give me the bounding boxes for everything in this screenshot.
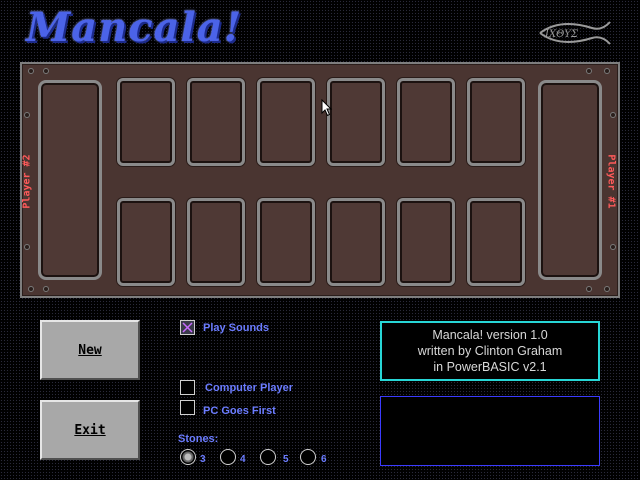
pit-top-5[interactable]	[397, 78, 455, 166]
pit-bottom-1[interactable]	[117, 198, 175, 286]
screw-decoration	[43, 68, 49, 74]
screw-decoration	[28, 68, 34, 74]
pit-top-3[interactable]	[257, 78, 315, 166]
screw-decoration	[43, 286, 49, 292]
screw-decoration	[610, 244, 616, 250]
pit-bottom-4[interactable]	[327, 198, 385, 286]
version-line: Mancala! version 1.0	[432, 328, 548, 342]
play-sounds-label: Play Sounds	[203, 322, 270, 334]
pit-bottom-6[interactable]	[467, 198, 525, 286]
version-info-panel: Mancala! version 1.0 written by Clinton …	[380, 321, 600, 381]
screw-decoration	[24, 112, 30, 118]
stones-radio-3[interactable]	[180, 449, 196, 465]
pit-bottom-5[interactable]	[397, 198, 455, 286]
pit-bottom-3[interactable]	[257, 198, 315, 286]
message-panel	[380, 396, 600, 466]
pit-top-4[interactable]	[327, 78, 385, 166]
screw-decoration	[586, 68, 592, 74]
app-title: Mancala!	[26, 4, 243, 51]
screw-decoration	[610, 112, 616, 118]
screw-decoration	[28, 286, 34, 292]
checkmark-x-icon	[182, 322, 193, 333]
author-line: written by Clinton Graham	[417, 344, 563, 358]
stones-radio-4[interactable]	[220, 449, 236, 465]
pit-top-2[interactable]	[187, 78, 245, 166]
pc-goes-first-checkbox[interactable]	[180, 400, 195, 415]
screw-decoration	[586, 286, 592, 292]
screw-decoration	[24, 244, 30, 250]
pit-top-6[interactable]	[467, 78, 525, 166]
stones-option-6-label: 6	[321, 454, 327, 465]
play-sounds-checkbox[interactable]	[180, 320, 195, 335]
stones-radio-5[interactable]	[260, 449, 276, 465]
ichthys-fish-icon: ΙΧΘΥΣ	[539, 21, 611, 45]
pit-top-1[interactable]	[117, 78, 175, 166]
stones-option-3-label: 3	[200, 454, 206, 465]
exit-button[interactable]: Exit	[40, 400, 140, 460]
player2-label: Player #2	[21, 154, 33, 209]
language-line: in PowerBASIC v2.1	[433, 360, 547, 374]
player2-store	[38, 80, 102, 280]
player1-label: Player #1	[605, 154, 617, 209]
svg-text:ΙΧΘΥΣ: ΙΧΘΥΣ	[544, 29, 579, 40]
stones-option-4-label: 4	[240, 454, 246, 465]
pc-goes-first-label: PC Goes First	[203, 405, 276, 417]
screw-decoration	[604, 68, 610, 74]
new-game-button[interactable]: New	[40, 320, 140, 380]
mouse-pointer-icon	[321, 99, 333, 117]
pit-bottom-2[interactable]	[187, 198, 245, 286]
player1-store	[538, 80, 602, 280]
screw-decoration	[604, 286, 610, 292]
computer-player-checkbox[interactable]	[180, 380, 195, 395]
stones-label: Stones:	[178, 433, 219, 445]
stones-radio-6[interactable]	[300, 449, 316, 465]
stones-option-5-label: 5	[283, 454, 289, 465]
mancala-board: Player #2 Player #1	[20, 62, 620, 298]
computer-player-label: Computer Player	[205, 382, 294, 394]
